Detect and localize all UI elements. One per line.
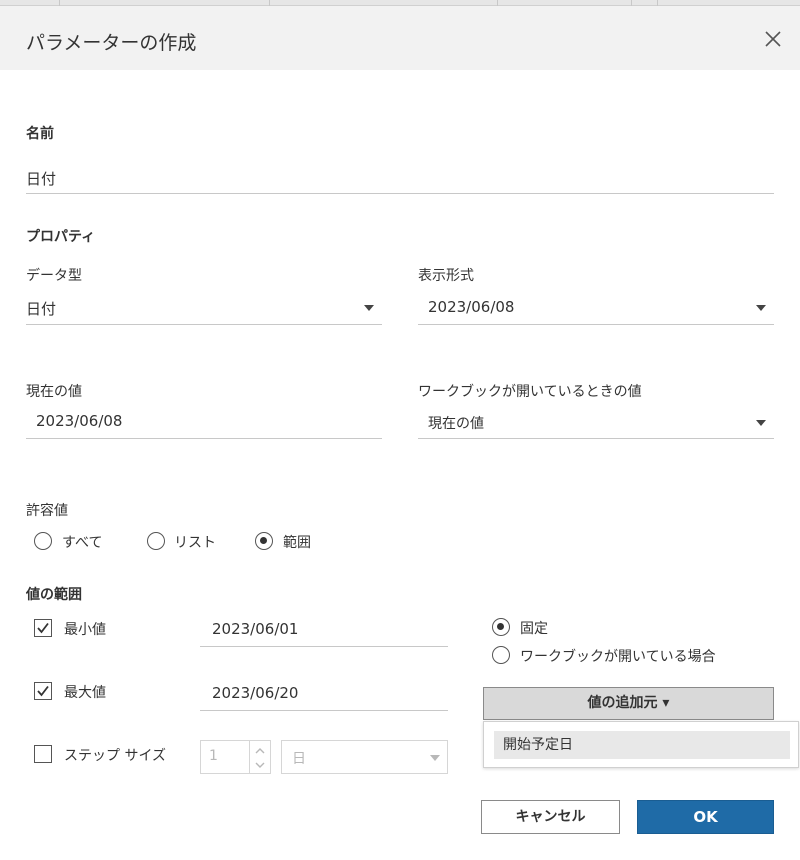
dialog-title-bar: パラメーターの作成	[0, 6, 800, 70]
radio-fixed[interactable]: 固定	[492, 617, 592, 639]
maximum-input[interactable]: 2023/06/20	[212, 684, 298, 702]
radio-all-label: すべて	[62, 535, 103, 551]
chevron-down-icon	[364, 305, 374, 311]
maximum-checkbox-box	[34, 682, 52, 700]
minimum-input-underline	[200, 646, 448, 647]
current-value-label: 現在の値	[26, 384, 82, 400]
workbook-open-value-underline	[418, 438, 774, 439]
step-unit-value: 日	[292, 751, 306, 767]
radio-all[interactable]: すべて	[34, 531, 134, 553]
name-input-underline	[26, 193, 774, 194]
data-type-label: データ型	[26, 268, 82, 284]
minimum-checkbox-box	[34, 619, 52, 637]
step-size-checkbox[interactable]: ステップ サイズ	[34, 744, 174, 766]
radio-range[interactable]: 範囲	[255, 531, 335, 553]
chevron-down-icon[interactable]	[254, 760, 266, 770]
minimum-checkbox[interactable]: 最小値	[34, 618, 134, 640]
radio-range-label: 範囲	[283, 535, 311, 551]
properties-heading: プロパティ	[26, 229, 96, 245]
current-value-underline	[26, 438, 382, 439]
range-heading: 値の範囲	[26, 587, 82, 603]
display-format-value: 2023/06/08	[428, 298, 515, 316]
stepper-divider	[249, 741, 250, 773]
data-type-value: 日付	[26, 300, 57, 318]
display-format-underline	[418, 324, 774, 325]
step-size-label: ステップ サイズ	[64, 748, 167, 764]
minimum-input[interactable]: 2023/06/01	[212, 620, 298, 638]
radio-list[interactable]: リスト	[147, 531, 237, 553]
maximum-label: 最大値	[64, 685, 106, 701]
radio-fixed-circle	[492, 618, 510, 636]
allowable-values-label: 許容値	[26, 503, 68, 519]
step-size-stepper[interactable]: 1	[200, 740, 271, 774]
radio-range-circle	[255, 532, 273, 550]
radio-fixed-label: 固定	[520, 621, 548, 637]
display-format-label: 表示形式	[418, 268, 474, 284]
radio-when-workbook-opens-label: ワークブックが開いている場合	[520, 649, 716, 665]
close-button[interactable]	[760, 26, 786, 52]
ok-button[interactable]: OK	[637, 800, 774, 834]
display-format-select[interactable]: 2023/06/08	[418, 292, 774, 324]
workbook-open-value-label: ワークブックが開いているときの値	[418, 384, 642, 400]
current-value-input[interactable]: 2023/06/08	[36, 412, 122, 430]
radio-when-workbook-opens-circle	[492, 646, 510, 664]
radio-list-circle	[147, 532, 165, 550]
checkmark-icon	[37, 685, 49, 697]
minimum-label: 最小値	[64, 622, 106, 638]
add-values-from-button[interactable]: 値の追加元 ▾	[483, 687, 774, 720]
name-label: 名前	[26, 126, 54, 142]
checkmark-icon	[37, 622, 49, 634]
chevron-down-icon	[756, 305, 766, 311]
add-values-from-menu: 開始予定日	[483, 721, 799, 768]
radio-when-workbook-opens[interactable]: ワークブックが開いている場合	[492, 645, 732, 667]
maximum-checkbox[interactable]: 最大値	[34, 681, 134, 703]
radio-list-label: リスト	[174, 535, 216, 551]
close-icon	[765, 31, 781, 47]
step-size-value: 1	[209, 748, 218, 764]
name-input[interactable]: 日付	[26, 168, 56, 189]
data-type-select[interactable]: 日付	[26, 292, 382, 324]
chevron-down-icon	[756, 420, 766, 426]
maximum-input-underline	[200, 710, 448, 711]
dialog-title: パラメーターの作成	[26, 32, 197, 54]
step-unit-select[interactable]: 日	[281, 740, 448, 774]
menu-item-start-date[interactable]: 開始予定日	[494, 731, 790, 759]
radio-all-circle	[34, 532, 52, 550]
workbook-open-value-select[interactable]: 現在の値	[418, 406, 774, 438]
cancel-button[interactable]: キャンセル	[481, 800, 620, 834]
workbook-open-value-value: 現在の値	[428, 416, 484, 432]
chevron-up-icon[interactable]	[254, 746, 266, 756]
step-size-checkbox-box	[34, 745, 52, 763]
chevron-down-icon	[430, 755, 440, 761]
data-type-underline	[26, 324, 382, 325]
